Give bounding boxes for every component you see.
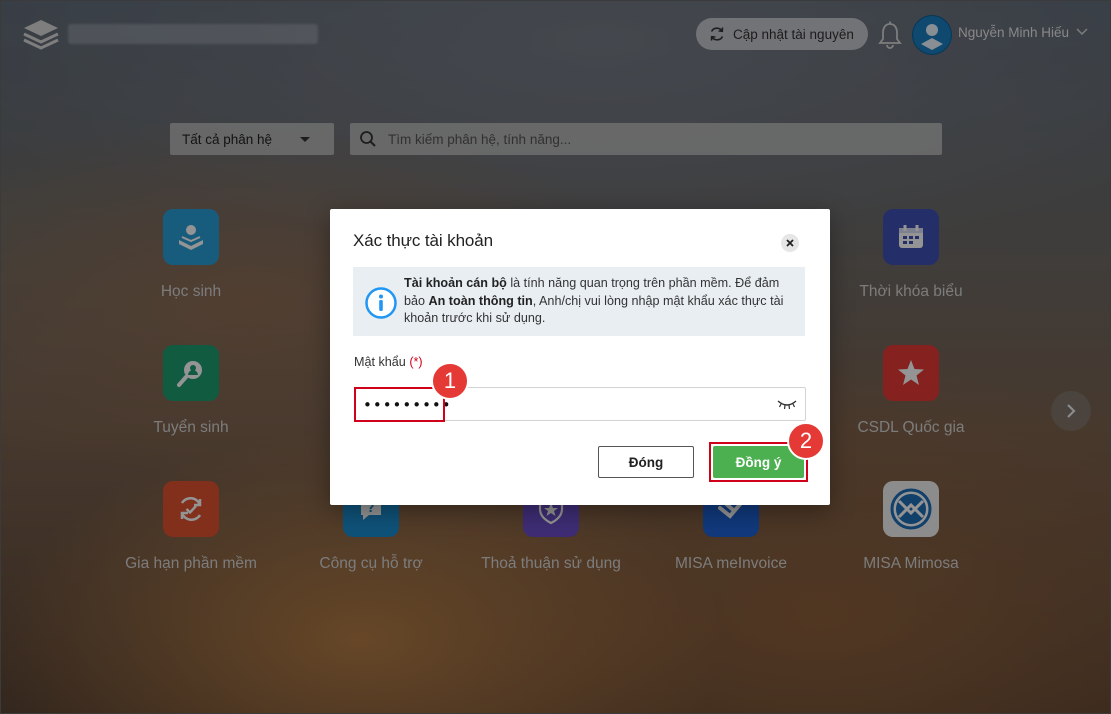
password-highlight-box <box>354 387 445 422</box>
info-icon <box>365 287 397 319</box>
dialog-close-button[interactable] <box>781 234 799 252</box>
step-badge-1: 1 <box>431 362 469 400</box>
verify-account-dialog: Xác thực tài khoản Tài khoản cán bộ là t… <box>330 209 830 505</box>
info-text: Tài khoản cán bộ là tính năng quan trọng… <box>404 276 784 325</box>
step-badge-2: 2 <box>787 422 825 460</box>
hide-password-icon[interactable] <box>777 398 797 410</box>
info-notice: Tài khoản cán bộ là tính năng quan trọng… <box>353 267 805 336</box>
cancel-button[interactable]: Đóng <box>598 446 694 478</box>
password-label: Mật khẩu (*) <box>354 355 423 369</box>
required-mark: (*) <box>409 355 423 369</box>
close-icon <box>786 239 794 247</box>
dialog-title: Xác thực tài khoản <box>353 231 493 250</box>
